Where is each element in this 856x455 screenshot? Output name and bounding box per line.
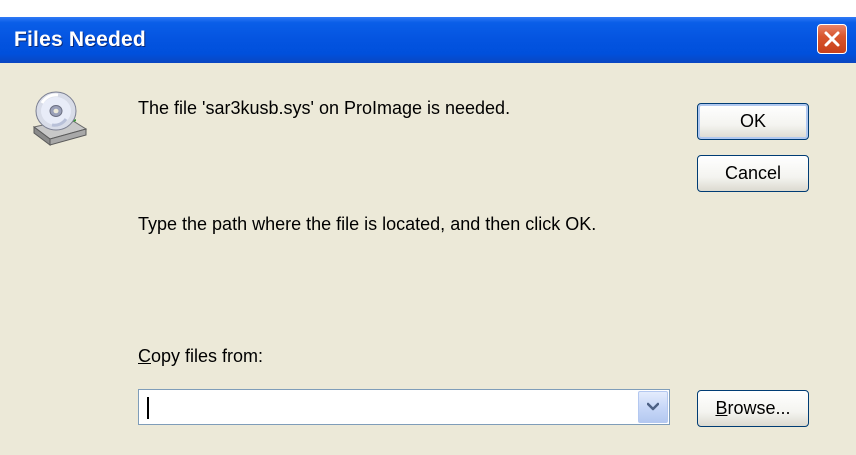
copy-files-from-combobox[interactable] [138,389,670,425]
close-icon [824,31,840,47]
top-strip [0,0,856,17]
copy-files-from-label: Copy files from: [138,345,263,367]
chevron-down-icon [647,402,659,411]
browse-label-rest: rowse... [727,398,791,418]
instruction-message: Type the path where the file is located,… [138,214,597,234]
window-title: Files Needed [14,28,146,51]
close-button[interactable] [817,24,847,54]
copy-label-rest: opy files from: [151,346,264,366]
file-needed-message: The file 'sar3kusb.sys' on ProImage is n… [138,98,511,118]
cd-drive-icon [28,89,92,153]
ok-button[interactable]: OK [697,103,809,140]
browse-accelerator: B [715,398,728,418]
copy-label-accelerator: C [138,346,151,366]
cancel-button[interactable]: Cancel [697,155,809,192]
text-caret [147,397,149,419]
dropdown-button[interactable] [638,391,668,423]
files-needed-dialog: Files Needed The file 'sar3kusb.sys' on … [0,0,856,455]
browse-button[interactable]: Browse... [697,390,809,427]
dialog-body: The file 'sar3kusb.sys' on ProImage is n… [0,63,856,455]
